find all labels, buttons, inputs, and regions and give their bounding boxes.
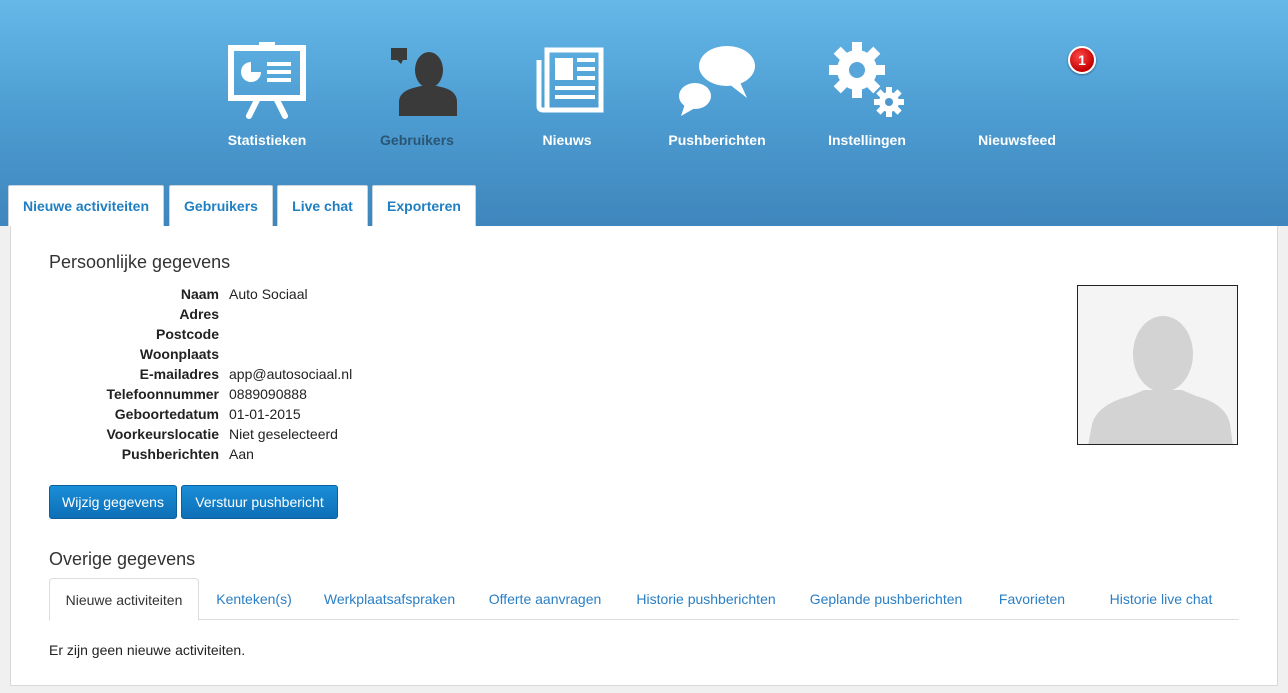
nav-label: Instellingen <box>828 132 906 148</box>
presentation-board-icon <box>228 42 306 119</box>
info-label: Adres <box>179 306 219 322</box>
info-label: Naam <box>180 286 219 302</box>
personal-details-title: Persoonlijke gegevens <box>49 252 231 272</box>
subtab-historie-live-chat[interactable]: Historie live chat <box>1089 578 1233 620</box>
tab-gebruikers[interactable]: Gebruikers <box>169 185 273 226</box>
gears-icon <box>829 42 904 117</box>
info-row-email: E-mailadres app@autosociaal.nl <box>49 366 549 386</box>
avatar <box>1077 285 1238 445</box>
nav-item-pushberichten[interactable]: Pushberichten <box>647 35 787 155</box>
nav-label: Gebruikers <box>380 132 454 148</box>
nav-label: Nieuwsfeed <box>978 132 1056 148</box>
info-label: Pushberichten <box>121 446 219 462</box>
subtab-favorieten[interactable]: Favorieten <box>991 578 1073 620</box>
info-row-naam: Naam Auto Sociaal <box>49 286 549 306</box>
info-value: Auto Sociaal <box>229 286 308 302</box>
notification-badge: 1 <box>1068 46 1096 74</box>
nav-item-nieuwsfeed[interactable]: Nieuwsfeed <box>947 35 1087 155</box>
empty-state-message: Er zijn geen nieuwe activiteiten. <box>49 642 246 658</box>
subtab-nieuwe-activiteiten[interactable]: Nieuwe activiteiten <box>49 578 199 621</box>
subtab-geplande-pushberichten[interactable]: Geplande pushberichten <box>803 578 969 620</box>
info-value: 0889090888 <box>229 386 307 402</box>
edit-details-button[interactable]: Wijzig gegevens <box>49 485 177 519</box>
other-details-tabs: Nieuwe activiteiten Kenteken(s) Werkplaa… <box>49 578 1239 621</box>
nav-label: Nieuws <box>542 132 592 148</box>
tab-exporteren[interactable]: Exporteren <box>372 185 476 226</box>
info-row-woonplaats: Woonplaats <box>49 346 549 366</box>
nav-item-gebruikers[interactable]: Gebruikers <box>347 35 487 155</box>
tab-live-chat[interactable]: Live chat <box>277 185 368 226</box>
info-row-telefoon: Telefoonnummer 0889090888 <box>49 386 549 406</box>
subtab-historie-pushberichten[interactable]: Historie pushberichten <box>627 578 785 620</box>
avatar-placeholder-icon <box>1078 286 1237 444</box>
info-value: Aan <box>229 446 254 462</box>
info-label: Voorkeurslocatie <box>106 426 219 442</box>
info-label: Postcode <box>155 326 219 342</box>
nav-label: Pushberichten <box>668 132 766 148</box>
info-row-geboortedatum: Geboortedatum 01-01-2015 <box>49 406 549 426</box>
info-value: Niet geselecteerd <box>229 426 338 442</box>
nav-item-instellingen[interactable]: Instellingen <box>797 35 937 155</box>
subtab-offerte-aanvragen[interactable]: Offerte aanvragen <box>481 578 609 620</box>
info-row-pushberichten: Pushberichten Aan <box>49 446 549 466</box>
chat-bubbles-icon <box>679 46 755 116</box>
nav-item-nieuws[interactable]: Nieuws <box>497 35 637 155</box>
info-row-postcode: Postcode <box>49 326 549 346</box>
newspaper-icon <box>536 47 604 113</box>
send-push-button[interactable]: Verstuur pushbericht <box>181 485 338 519</box>
nav-item-statistieken[interactable]: Statistieken <box>197 35 337 155</box>
info-value: 01-01-2015 <box>229 406 301 422</box>
subtab-werkplaatsafspraken[interactable]: Werkplaatsafspraken <box>317 578 462 620</box>
info-label: Woonplaats <box>139 346 219 362</box>
tab-nieuwe-activiteiten[interactable]: Nieuwe activiteiten <box>8 185 164 226</box>
info-label: Telefoonnummer <box>106 386 219 402</box>
info-label: Geboortedatum <box>114 406 219 422</box>
user-icon <box>391 48 457 116</box>
other-details-title: Overige gegevens <box>49 549 196 569</box>
info-row-adres: Adres <box>49 306 549 326</box>
user-detail-panel: Persoonlijke gegevens Naam Auto Sociaal … <box>10 226 1278 686</box>
subtab-kentekens[interactable]: Kenteken(s) <box>209 578 299 620</box>
info-row-voorkeurslocatie: Voorkeurslocatie Niet geselecteerd <box>49 426 549 446</box>
nav-label: Statistieken <box>227 132 307 148</box>
info-value: app@autosociaal.nl <box>229 366 353 382</box>
info-label: E-mailadres <box>139 366 219 382</box>
